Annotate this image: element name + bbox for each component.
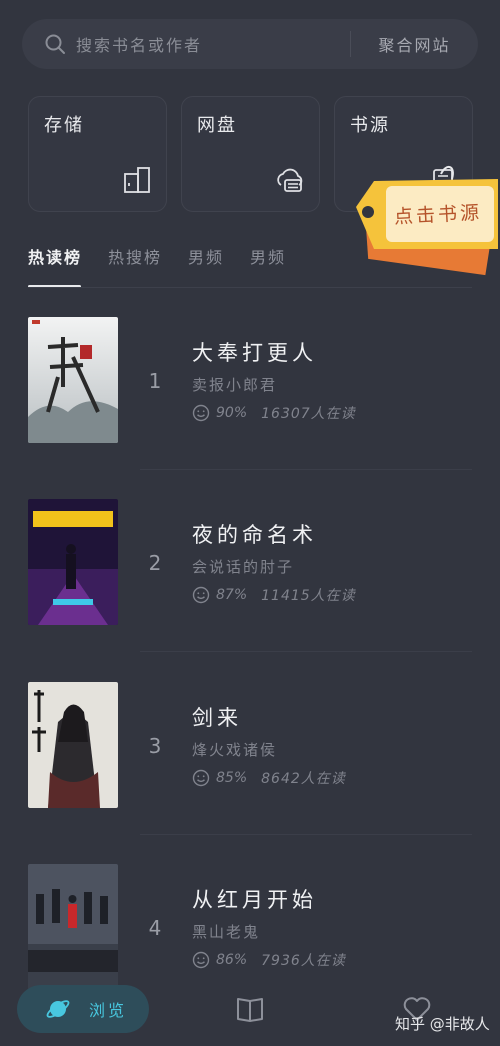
smile-icon xyxy=(192,404,210,422)
planet-icon xyxy=(45,996,71,1022)
book-author: 卖报小郎君 xyxy=(192,376,278,394)
book-source-tag[interactable]: 点击书源 xyxy=(348,165,500,277)
smile-icon xyxy=(192,769,210,787)
book-stats: 85% 8642人在读 xyxy=(192,768,346,788)
book-title: 夜的命名术 xyxy=(192,523,317,547)
list-item[interactable]: 3 剑来 烽火戏诸侯 85% 8642人在读 xyxy=(0,682,500,864)
list-divider xyxy=(140,469,472,470)
book-rank: 4 xyxy=(148,916,162,940)
list-item[interactable]: 1 大奉打更人 卖报小郎君 90% 16307人在读 xyxy=(0,317,500,499)
book-author: 烽火戏诸侯 xyxy=(192,741,278,759)
book-rating: 85% xyxy=(216,770,248,786)
book-rating: 90% xyxy=(216,405,248,421)
storage-icon xyxy=(122,165,152,195)
book-cover xyxy=(28,682,118,808)
rank-tabs: 热读榜 热搜榜 男频 男频 xyxy=(28,244,312,288)
book-source-card-label: 书源 xyxy=(350,115,390,136)
storage-card[interactable]: 存储 xyxy=(28,96,167,212)
smile-icon xyxy=(192,951,210,969)
book-stats: 86% 7936人在读 xyxy=(192,950,346,970)
search-bar[interactable]: 搜索书名或作者 聚合网站 xyxy=(22,19,478,69)
book-stats: 90% 16307人在读 xyxy=(192,403,356,423)
book-author: 黑山老鬼 xyxy=(192,923,261,941)
tab-hot-search[interactable]: 热搜榜 xyxy=(108,244,162,288)
book-rank: 3 xyxy=(148,734,162,758)
book-readers: 8642人在读 xyxy=(261,771,346,787)
tag-label: 点击书源 xyxy=(393,201,483,229)
tab-hot-read[interactable]: 热读榜 xyxy=(28,244,82,288)
search-icon xyxy=(44,33,66,55)
book-title: 大奉打更人 xyxy=(192,341,317,365)
tab-male-1[interactable]: 男频 xyxy=(188,244,224,288)
search-input[interactable]: 搜索书名或作者 xyxy=(76,32,350,56)
nav-browse-button[interactable]: 浏览 xyxy=(17,985,149,1033)
storage-card-label: 存储 xyxy=(44,115,84,136)
book-readers: 7936人在读 xyxy=(261,953,346,969)
book-cover xyxy=(28,499,118,625)
nav-browse-label: 浏览 xyxy=(89,1001,128,1020)
smile-icon xyxy=(192,586,210,604)
book-author: 会说话的肘子 xyxy=(192,558,295,576)
tabs-divider xyxy=(28,287,472,288)
watermark-text: 知乎 @非故人 xyxy=(395,1015,490,1033)
book-title: 剑来 xyxy=(192,706,242,730)
book-stats: 87% 11415人在读 xyxy=(192,585,356,605)
book-readers: 11415人在读 xyxy=(261,588,356,604)
cloud-drive-card[interactable]: 网盘 xyxy=(181,96,320,212)
book-rank: 2 xyxy=(148,551,162,575)
cloud-drive-icon xyxy=(275,165,305,195)
book-cover xyxy=(28,864,118,990)
book-cover xyxy=(28,317,118,443)
aggregate-site-button[interactable]: 聚合网站 xyxy=(351,32,478,56)
tab-male-2[interactable]: 男频 xyxy=(250,244,286,288)
book-rating: 87% xyxy=(216,587,248,603)
book-readers: 16307人在读 xyxy=(261,406,356,422)
cloud-drive-card-label: 网盘 xyxy=(197,115,237,136)
book-rating: 86% xyxy=(216,952,248,968)
book-title: 从红月开始 xyxy=(192,888,317,912)
book-rank: 1 xyxy=(148,369,162,393)
book-open-icon[interactable] xyxy=(236,996,264,1022)
list-item[interactable]: 2 夜的命名术 会说话的肘子 87% 11415人在读 xyxy=(0,499,500,681)
list-divider xyxy=(140,651,472,652)
list-divider xyxy=(140,834,472,835)
